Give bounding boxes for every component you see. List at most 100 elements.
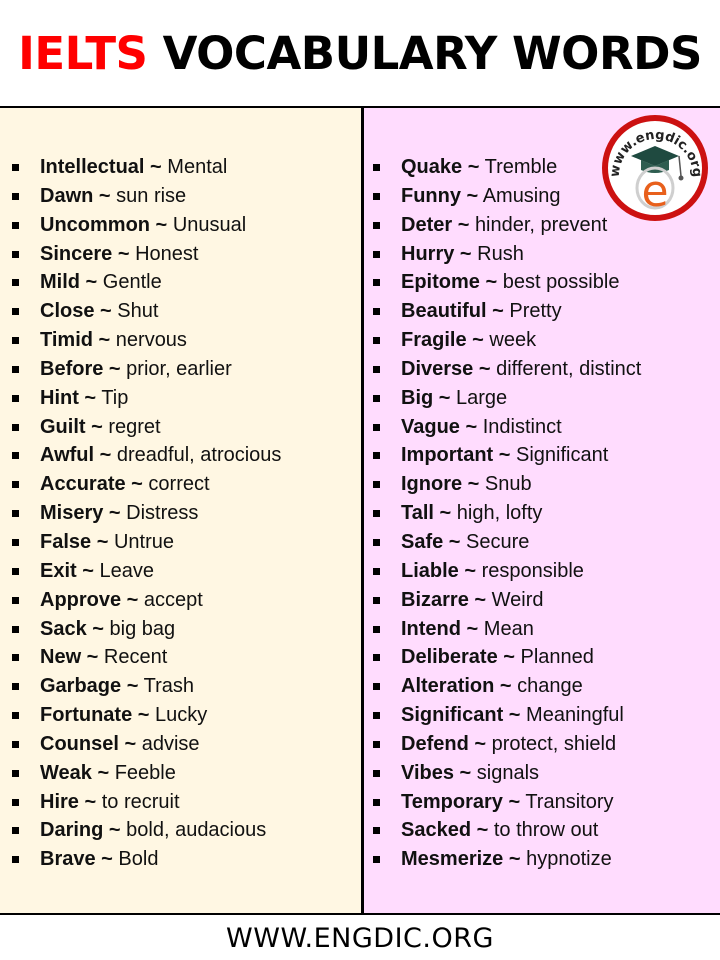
vocab-word: Beautiful ~ [401,300,504,323]
vocab-meaning: different, distinct [496,357,642,380]
vocab-word: Safe ~ [401,530,461,553]
vocab-item: Diverse ~ different, distinct [361,355,641,384]
vocab-word: Bizarre ~ [401,588,487,611]
square-bullet-icon [12,798,19,806]
square-bullet-icon [12,279,19,287]
vocab-word: Intend ~ [401,617,479,640]
square-bullet-icon [373,654,380,662]
vocab-item: Weak ~ Feeble [0,759,281,788]
square-bullet-icon [373,481,380,489]
square-bullet-icon [373,365,380,373]
vocab-word: Big ~ [401,386,451,409]
square-bullet-icon [373,683,380,691]
vocab-word: Fragile ~ [401,329,484,352]
vocab-word: Misery ~ [40,502,121,525]
vocab-item: Big ~ Large [361,384,641,413]
title-accent: IELTS [18,27,148,80]
square-bullet-icon [12,740,19,748]
square-bullet-icon [12,164,19,171]
vocab-meaning: Large [456,386,508,409]
square-bullet-icon [373,596,380,604]
vocab-item: Misery ~ Distress [0,499,281,528]
square-bullet-icon [373,510,380,518]
vocab-item: Mesmerize ~ hypnotize [361,845,641,874]
vocab-meaning: signals [476,761,540,784]
vocab-meaning: Tip [101,386,129,409]
vocab-word: Brave ~ [40,848,113,871]
square-bullet-icon [373,798,380,806]
square-bullet-icon [373,740,380,748]
vocab-meaning: Rush [477,242,524,265]
title-rest: VOCABULARY WORDS [162,27,703,80]
vocab-meaning: hinder, prevent [474,213,608,236]
vocab-item: Fortunate ~ Lucky [0,701,281,730]
vocab-item: Tall ~ high, lofty [361,499,641,528]
vocab-meaning: Untrue [113,530,174,553]
vocab-item: Significant ~ Meaningful [361,701,641,730]
vocab-word: Diverse ~ [401,357,491,380]
vocab-item: Defend ~ protect, shield [361,730,641,759]
vocab-word: Liable ~ [401,559,477,582]
square-bullet-icon [12,510,19,518]
square-bullet-icon [373,712,380,720]
vocab-word: Garbage ~ [40,675,139,698]
vocab-word: Temporary ~ [401,790,521,813]
vocab-item: False ~ Untrue [0,528,281,557]
vocab-meaning: Meaningful [526,704,624,727]
square-bullet-icon [373,164,380,171]
square-bullet-icon [12,365,19,373]
square-bullet-icon [12,481,19,489]
vocab-item: Temporary ~ Transitory [361,788,641,817]
square-bullet-icon [12,567,19,575]
vocab-meaning: Tremble [484,156,558,178]
square-bullet-icon [12,827,19,835]
vocab-item: Vibes ~ signals [361,759,641,788]
vocab-word: Exit ~ [40,559,94,582]
vocab-word: Sincere ~ [40,242,130,265]
vocab-word: Close ~ [40,300,112,323]
square-bullet-icon [373,250,380,258]
vocab-meaning: Mean [483,617,534,640]
vocab-meaning: regret [108,415,161,438]
vocab-word: Hint ~ [40,386,97,409]
vocab-word: Approve ~ [40,588,139,611]
left-vocabulary-list: Intellectual ~ Mental Dawn ~ sun rise Unco… [0,153,281,874]
vocab-meaning: big bag [109,617,176,640]
square-bullet-icon [12,250,19,258]
vocab-meaning: sun rise [116,184,187,207]
vocab-meaning: Shut [117,300,159,323]
vocab-item: Sincere ~ Honest [0,240,281,269]
vocab-meaning: change [517,675,583,698]
square-bullet-icon [373,308,380,316]
vocab-item: Counsel ~ advise [0,730,281,759]
square-bullet-icon [373,337,380,345]
vocab-meaning: dreadful, atrocious [116,444,282,467]
vocab-meaning: Transitory [525,790,614,813]
footer-website[interactable]: WWW.ENGDIC.ORG [0,918,720,960]
square-bullet-icon [12,625,19,633]
vocab-meaning: Amusing [482,184,561,207]
vocab-word: Counsel ~ [40,732,137,755]
vocab-meaning: Feeble [114,761,176,784]
vocab-word: Sacked ~ [401,819,489,842]
vocab-word: Quake ~ [401,156,480,178]
vocab-word: Dawn ~ [40,184,111,207]
square-bullet-icon [373,538,380,546]
vocab-meaning: correct [148,473,210,496]
vocab-meaning: Snub [484,473,532,496]
square-bullet-icon [373,192,380,200]
square-bullet-icon [373,769,380,777]
vocab-word: Mesmerize ~ [401,848,521,871]
vocab-meaning: nervous [115,329,187,352]
vocab-meaning: Bold [118,848,159,871]
square-bullet-icon [12,712,19,720]
vocab-word: Alteration ~ [401,675,512,698]
vocab-meaning: bold, audacious [126,819,267,842]
square-bullet-icon [12,308,19,316]
square-bullet-icon [12,654,19,662]
vocab-item: Quake ~ Tremble [361,153,641,182]
square-bullet-icon [373,827,380,835]
square-bullet-icon [373,279,380,287]
vocab-meaning: Significant [516,444,609,467]
vocab-word: Uncommon ~ [40,213,168,236]
